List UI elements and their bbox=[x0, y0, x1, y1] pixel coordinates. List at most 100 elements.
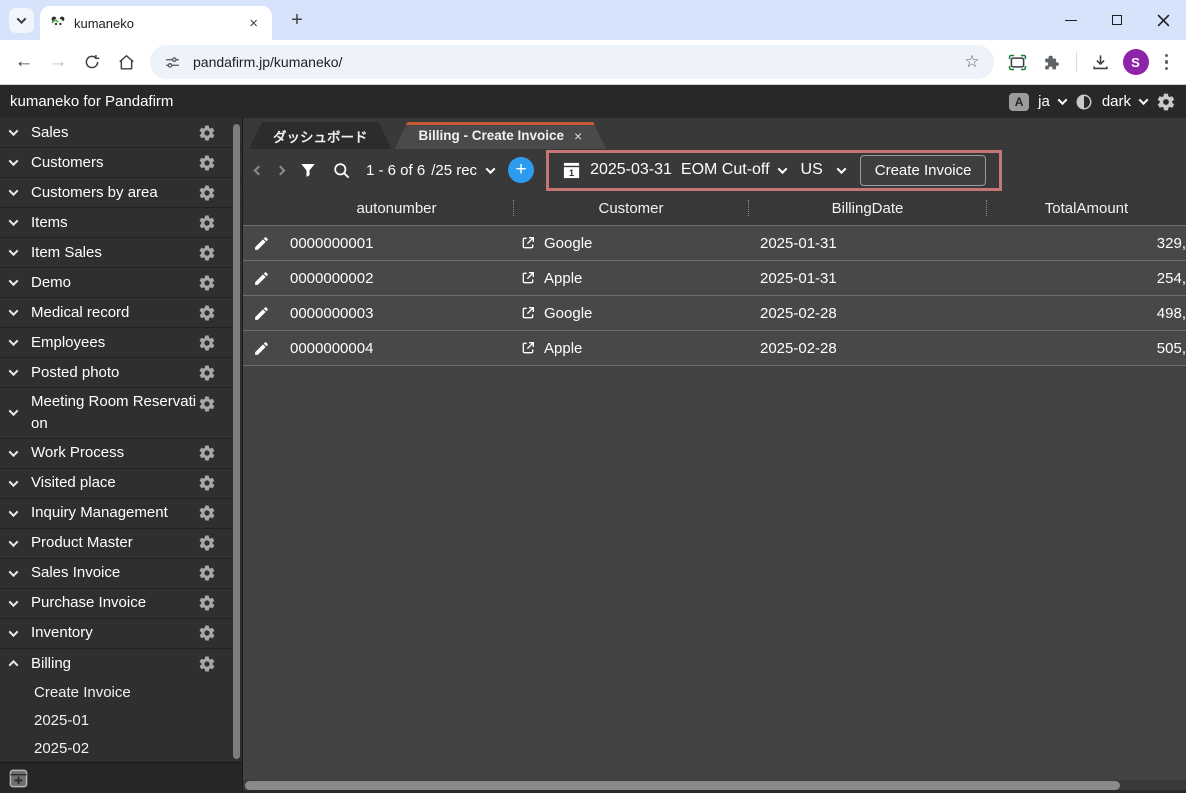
next-page-button[interactable] bbox=[277, 167, 284, 174]
external-link-icon[interactable] bbox=[520, 235, 536, 251]
sidebar-item-customers-by-area[interactable]: Customers by area bbox=[0, 178, 242, 208]
sidebar-item-customers[interactable]: Customers bbox=[0, 148, 242, 178]
customer-link[interactable]: Google bbox=[544, 305, 592, 322]
sidebar-item-sales-invoice[interactable]: Sales Invoice bbox=[0, 559, 242, 589]
extensions-button[interactable] bbox=[1036, 46, 1068, 78]
table-row[interactable]: 0000000002 Apple 2025-01-31 254, bbox=[243, 261, 1186, 296]
gear-icon[interactable] bbox=[198, 594, 216, 612]
profile-avatar[interactable]: S bbox=[1123, 49, 1149, 75]
search-icon[interactable] bbox=[332, 161, 351, 180]
table-row[interactable]: 0000000003 Google 2025-02-28 498, bbox=[243, 296, 1186, 331]
calendar-date-icon[interactable]: 1 bbox=[562, 161, 581, 180]
add-table-icon[interactable] bbox=[9, 769, 28, 788]
chevron-down-icon[interactable] bbox=[9, 246, 19, 256]
bookmark-star-icon[interactable]: ☆ bbox=[964, 52, 979, 72]
tab-close-icon[interactable]: × bbox=[245, 15, 262, 32]
external-link-icon[interactable] bbox=[520, 340, 536, 356]
url-text[interactable]: pandafirm.jp/kumaneko/ bbox=[193, 54, 952, 70]
tab-close-icon[interactable]: × bbox=[574, 128, 582, 144]
browser-tab[interactable]: kumaneko × bbox=[40, 6, 272, 40]
chevron-down-icon[interactable] bbox=[1057, 95, 1067, 105]
chevron-down-icon[interactable] bbox=[9, 627, 19, 637]
sidebar-item-meeting-room-reservation[interactable]: Meeting Room Reservation bbox=[0, 388, 242, 439]
sidebar-item-demo[interactable]: Demo bbox=[0, 268, 242, 298]
external-link-icon[interactable] bbox=[520, 305, 536, 321]
chevron-down-icon[interactable] bbox=[9, 216, 19, 226]
sidebar-item-billing[interactable]: Billing bbox=[0, 649, 242, 679]
edit-record-button[interactable] bbox=[243, 340, 280, 357]
gear-icon[interactable] bbox=[198, 564, 216, 582]
close-window-button[interactable] bbox=[1140, 0, 1186, 40]
tab-search-button[interactable] bbox=[9, 8, 34, 33]
settings-gear-icon[interactable] bbox=[1156, 92, 1176, 112]
gear-icon[interactable] bbox=[198, 124, 216, 142]
back-button[interactable]: ← bbox=[8, 46, 40, 78]
table-row[interactable]: 0000000004 Apple 2025-02-28 505, bbox=[243, 331, 1186, 366]
minimize-button[interactable] bbox=[1048, 0, 1094, 40]
sidebar-item-inventory[interactable]: Inventory bbox=[0, 619, 242, 649]
gear-icon[interactable] bbox=[198, 444, 216, 462]
sidebar-item-purchase-invoice[interactable]: Purchase Invoice bbox=[0, 589, 242, 619]
site-settings-icon[interactable] bbox=[164, 54, 181, 71]
chevron-down-icon[interactable] bbox=[9, 306, 19, 316]
address-bar[interactable]: pandafirm.jp/kumaneko/ ☆ bbox=[150, 45, 994, 79]
gear-icon[interactable] bbox=[198, 244, 216, 262]
chevron-down-icon[interactable] bbox=[9, 276, 19, 286]
chevron-down-icon[interactable] bbox=[9, 366, 19, 376]
records-per-page[interactable]: /25 rec bbox=[431, 162, 477, 179]
gear-icon[interactable] bbox=[198, 214, 216, 232]
gear-icon[interactable] bbox=[198, 334, 216, 352]
tab-billing-create-invoice[interactable]: Billing - Create Invoice × bbox=[395, 122, 607, 149]
sidebar-item-medical-record[interactable]: Medical record bbox=[0, 298, 242, 328]
customer-link[interactable]: Apple bbox=[544, 340, 582, 357]
chevron-down-icon[interactable] bbox=[9, 336, 19, 346]
gear-icon[interactable] bbox=[198, 274, 216, 292]
sidebar-item-visited-place[interactable]: Visited place bbox=[0, 469, 242, 499]
edit-record-button[interactable] bbox=[243, 305, 280, 322]
sidebar-item-inquiry-management[interactable]: Inquiry Management bbox=[0, 499, 242, 529]
chevron-down-icon[interactable] bbox=[9, 507, 19, 517]
theme-value[interactable]: dark bbox=[1102, 93, 1131, 110]
forward-button[interactable]: → bbox=[42, 46, 74, 78]
sidebar-item-employees[interactable]: Employees bbox=[0, 328, 242, 358]
browser-menu-button[interactable] bbox=[1155, 54, 1179, 71]
tab-dashboard[interactable]: ダッシュボード bbox=[249, 122, 392, 149]
gear-icon[interactable] bbox=[198, 624, 216, 642]
chevron-down-icon[interactable] bbox=[9, 597, 19, 607]
region-select[interactable]: US bbox=[801, 161, 845, 179]
gear-icon[interactable] bbox=[198, 154, 216, 172]
sidebar-item-posted-photo[interactable]: Posted photo bbox=[0, 358, 242, 388]
home-button[interactable] bbox=[110, 46, 142, 78]
cutoff-select[interactable]: EOM Cut-off bbox=[681, 161, 786, 179]
language-value[interactable]: ja bbox=[1038, 93, 1050, 110]
chevron-down-icon[interactable] bbox=[9, 477, 19, 487]
sidebar-item-sales[interactable]: Sales bbox=[0, 118, 242, 148]
new-tab-button[interactable]: + bbox=[284, 7, 310, 33]
gear-icon[interactable] bbox=[198, 534, 216, 552]
create-invoice-button[interactable]: Create Invoice bbox=[860, 155, 987, 186]
gear-icon[interactable] bbox=[198, 395, 216, 413]
tab-capture-button[interactable] bbox=[1002, 46, 1034, 78]
chevron-down-icon[interactable] bbox=[9, 447, 19, 457]
chevron-down-icon[interactable] bbox=[9, 126, 19, 136]
chevron-up-icon[interactable] bbox=[9, 660, 19, 670]
downloads-button[interactable] bbox=[1085, 46, 1117, 78]
customer-link[interactable]: Google bbox=[544, 235, 592, 252]
cutoff-date-value[interactable]: 2025-03-31 bbox=[590, 161, 672, 179]
sidebar-subitem-2025-01[interactable]: 2025-01 bbox=[0, 707, 242, 735]
edit-record-button[interactable] bbox=[243, 235, 280, 252]
customer-link[interactable]: Apple bbox=[544, 270, 582, 287]
column-header-billingdate[interactable]: BillingDate bbox=[749, 200, 986, 217]
chevron-down-icon[interactable] bbox=[9, 156, 19, 166]
sidebar-item-work-process[interactable]: Work Process bbox=[0, 439, 242, 469]
sidebar-item-product-master[interactable]: Product Master bbox=[0, 529, 242, 559]
reload-button[interactable] bbox=[76, 46, 108, 78]
sidebar-subitem-create-invoice[interactable]: Create Invoice bbox=[0, 679, 242, 707]
column-header-totalamount[interactable]: TotalAmount bbox=[987, 200, 1186, 217]
gear-icon[interactable] bbox=[198, 504, 216, 522]
sidebar-subitem-2025-02[interactable]: 2025-02 bbox=[0, 735, 242, 763]
gear-icon[interactable] bbox=[198, 304, 216, 322]
sidebar-item-items[interactable]: Items bbox=[0, 208, 242, 238]
gear-icon[interactable] bbox=[198, 474, 216, 492]
chevron-down-icon[interactable] bbox=[9, 537, 19, 547]
